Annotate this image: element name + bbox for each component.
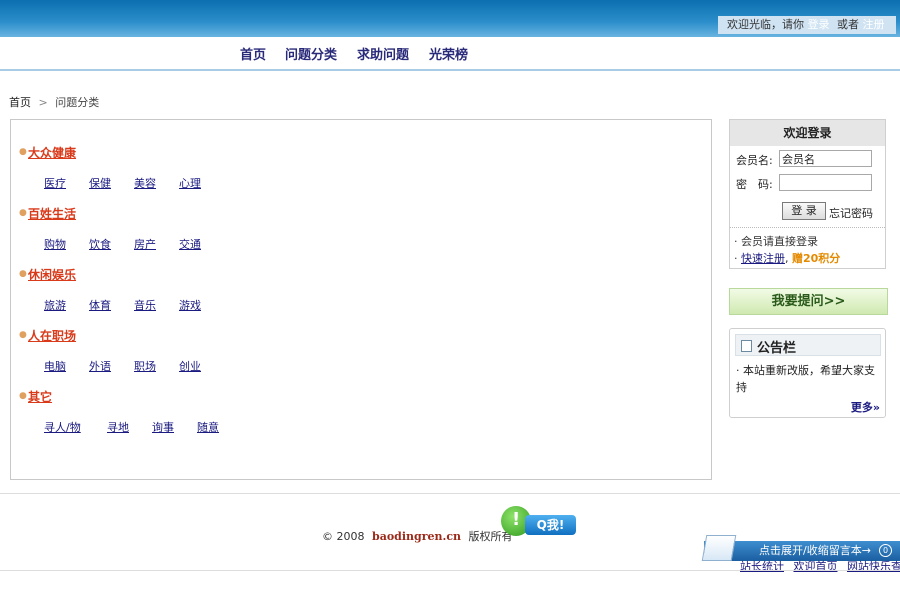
- category-title[interactable]: 百姓生活: [28, 207, 76, 221]
- bottom-links: 站长统计 欢迎首页 网站快乐查询: [740, 558, 900, 574]
- login-divider: [730, 227, 885, 228]
- nav-categories[interactable]: 问题分类: [285, 44, 337, 63]
- ask-question-button[interactable]: 我要提问>>: [729, 288, 888, 315]
- top-banner: 欢迎光临，请你 登录 或者 注册: [0, 0, 900, 37]
- site-domain: baodingren.cn: [372, 530, 462, 543]
- subcategory-link[interactable]: 音乐: [134, 297, 156, 313]
- subcategory-link[interactable]: 房产: [134, 236, 156, 252]
- bullet-icon: ●: [19, 147, 27, 157]
- username-input[interactable]: [779, 150, 872, 167]
- register-bonus: 赠20积分: [792, 252, 841, 265]
- bullet-icon: ●: [19, 269, 27, 279]
- subcategory-link[interactable]: 交通: [179, 236, 201, 252]
- notice-content: 本站重新改版，希望大家支持: [736, 364, 875, 394]
- category-title[interactable]: 休闲娱乐: [28, 268, 76, 282]
- nav-home[interactable]: 首页: [240, 44, 266, 63]
- breadcrumb-home[interactable]: 首页: [9, 96, 31, 109]
- or-text: 或者: [837, 18, 859, 31]
- bullet-icon: ●: [19, 391, 27, 401]
- subcategory-link[interactable]: 心理: [179, 175, 201, 191]
- notepad-icon: [741, 340, 752, 352]
- subcategory-link[interactable]: 随意: [197, 419, 219, 435]
- login-button[interactable]: 登 录: [782, 202, 826, 220]
- main-nav: 首页 问题分类 求助问题 光荣榜: [0, 37, 900, 71]
- password-label: 密 码:: [736, 178, 773, 191]
- register-note: · 快速注册, 赠20积分: [734, 252, 841, 265]
- category-panel: ● 大众健康 医疗 保健 美容 心理 ● 百姓生活 购物 饮食 房产 交通 ● …: [10, 119, 712, 480]
- nav-honor-roll[interactable]: 光荣榜: [429, 44, 468, 63]
- password-input[interactable]: [779, 174, 872, 191]
- subcategory-link[interactable]: 游戏: [179, 297, 201, 313]
- subcategory-link[interactable]: 保健: [89, 175, 111, 191]
- subcategory-link[interactable]: 询事: [152, 419, 174, 435]
- forgot-password-link[interactable]: 忘记密码: [829, 205, 873, 221]
- register-link[interactable]: 注册: [863, 18, 885, 31]
- stats-link[interactable]: 站长统计: [740, 560, 784, 573]
- welcome-text: 欢迎光临，请你: [727, 18, 804, 31]
- category-title[interactable]: 大众健康: [28, 146, 76, 160]
- category-leisure: ● 休闲娱乐: [19, 266, 76, 283]
- subcategory-link[interactable]: 饮食: [89, 236, 111, 252]
- subcategory-link[interactable]: 寻地: [107, 419, 129, 435]
- bullet-icon: ●: [19, 208, 27, 218]
- category-title[interactable]: 其它: [28, 390, 52, 404]
- subcategory-link[interactable]: 医疗: [44, 175, 66, 191]
- notice-title: 公告栏: [757, 341, 797, 356]
- category-other: ● 其它: [19, 388, 52, 405]
- qq-contact-button[interactable]: ! Q我!: [501, 506, 577, 538]
- exclamation-icon: !: [512, 509, 521, 530]
- bottom-divider: [0, 570, 900, 571]
- breadcrumb-separator: >: [38, 96, 48, 109]
- login-title: 欢迎登录: [730, 120, 885, 146]
- notice-text: · 本站重新改版，希望大家支持: [736, 364, 875, 394]
- subcategory-link[interactable]: 旅游: [44, 297, 66, 313]
- subcategory-link[interactable]: 电脑: [44, 358, 66, 374]
- category-life: ● 百姓生活: [19, 205, 76, 222]
- subcategory-link[interactable]: 外语: [89, 358, 111, 374]
- copyright: © 2008 baodingren.cn 版权所有: [322, 528, 513, 544]
- category-workplace: ● 人在职场: [19, 327, 76, 344]
- notice-board: 公告栏 · 本站重新改版，希望大家支持 更多»: [729, 328, 886, 418]
- footer-divider: [0, 493, 900, 494]
- message-count-badge: 0: [879, 544, 892, 557]
- guestbook-toggle-text: 点击展开/收缩留言本→: [759, 544, 871, 557]
- notice-header: 公告栏: [735, 334, 881, 356]
- quick-register-link[interactable]: 快速注册: [741, 252, 785, 265]
- site-query-link[interactable]: 网站快乐查询: [847, 560, 900, 573]
- username-label: 会员名:: [736, 154, 773, 167]
- breadcrumb: 首页 > 问题分类: [9, 94, 99, 110]
- subcategory-link[interactable]: 购物: [44, 236, 66, 252]
- notepad-pen-icon: [701, 535, 737, 561]
- welcome-bar: 欢迎光临，请你 登录 或者 注册: [718, 16, 896, 34]
- login-link[interactable]: 登录: [808, 18, 830, 31]
- subcategory-link[interactable]: 体育: [89, 297, 111, 313]
- category-health: ● 大众健康: [19, 144, 76, 161]
- category-title[interactable]: 人在职场: [28, 329, 76, 343]
- breadcrumb-current: 问题分类: [55, 96, 100, 109]
- qq-label: Q我!: [525, 515, 576, 535]
- subcategory-link[interactable]: 职场: [134, 358, 156, 374]
- welcome-home-link[interactable]: 欢迎首页: [794, 560, 838, 573]
- subcategory-link[interactable]: 创业: [179, 358, 201, 374]
- nav-help-questions[interactable]: 求助问题: [357, 44, 409, 63]
- subcategory-link[interactable]: 寻人/物: [44, 419, 81, 435]
- bullet-icon: ●: [19, 330, 27, 340]
- copyright-prefix: © 2008: [322, 530, 365, 543]
- subcategory-link[interactable]: 美容: [134, 175, 156, 191]
- notice-more-link[interactable]: 更多»: [851, 399, 880, 415]
- member-login-text: 会员请直接登录: [741, 235, 818, 248]
- member-login-note: · 会员请直接登录: [734, 235, 818, 248]
- login-panel: 欢迎登录 会员名: 密 码: 登 录 忘记密码 · 会员请直接登录 · 快速注册…: [729, 119, 886, 269]
